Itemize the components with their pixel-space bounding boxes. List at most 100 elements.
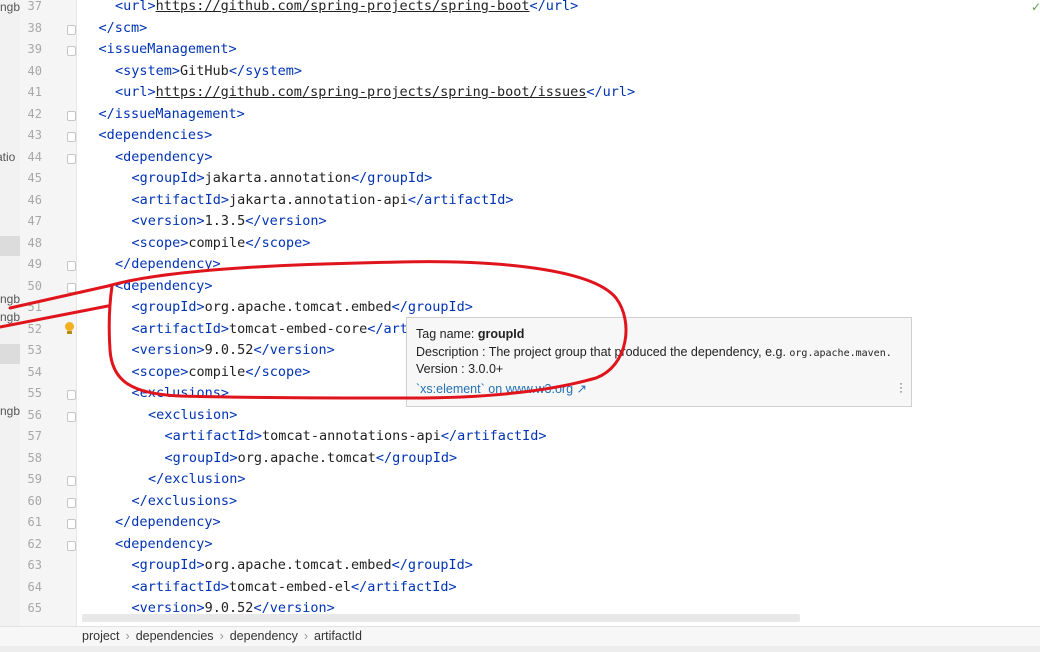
code-text: <issueManagement> [99,39,237,61]
fold-icon[interactable] [67,540,76,551]
code-line[interactable]: 39 <issueManagement> [28,39,1040,61]
line-number: 49 [27,257,42,271]
tooltip-version: Version : 3.0.0+ [416,362,504,376]
code-line[interactable]: 51 <groupId>org.apache.tomcat.embed</grou… [28,297,1040,319]
breadcrumb-item[interactable]: project [82,629,120,643]
lightbulb-icon[interactable] [64,321,74,335]
xml-tag: <scope> [131,234,189,251]
line-number: 53 [27,343,42,357]
code-line[interactable]: 37 <url>https://github.com/spring-project… [28,0,1040,18]
code-line[interactable]: 61 </dependency> [28,512,1040,534]
tooltip-description-example: org.apache.maven. [789,348,892,359]
tooltip-tag-label: Tag name: [416,327,478,341]
breadcrumb-item[interactable]: dependencies [136,629,214,643]
xml-tag: <artifactId> [131,578,230,595]
code-text: </exclusions> [132,491,238,513]
code-line[interactable]: 62 <dependency> [28,534,1040,556]
code-line[interactable]: 44 <dependency> [28,147,1040,169]
code-text: </exclusion> [148,469,246,491]
code-line[interactable]: 60 </exclusions> [28,491,1040,513]
line-number: 64 [27,579,42,594]
xml-value: compile [188,234,246,251]
code-editor[interactable]: 37 <url>https://github.com/spring-project… [28,0,1040,628]
tooltip-source-element[interactable]: `xs:element` [416,382,485,396]
sidebar-fragment: atio [0,150,16,164]
xml-value: 9.0.52 [204,342,254,358]
xml-tag: <system> [115,62,181,79]
tooltip-source-site[interactable]: www.w3.org [506,382,573,396]
line-number: 41 [27,85,42,99]
xml-tag: </groupId> [375,449,458,466]
code-line[interactable]: 41 <url>https://github.com/spring-project… [28,82,1040,104]
fold-icon[interactable] [67,519,76,529]
code-line[interactable]: 49 </dependency> [28,254,1040,276]
line-number: 37 [27,0,42,13]
code-line[interactable]: 64 <artifactId>tomcat-embed-el</artifactI… [28,577,1040,599]
code-line[interactable]: 38 </scm> [28,18,1040,40]
fold-icon[interactable] [67,110,76,121]
code-line[interactable]: 56 <exclusion> [28,405,1040,427]
fold-icon[interactable] [67,153,76,164]
xml-tag: </groupId> [391,299,473,315]
xml-tag: <version> [131,342,205,358]
line-number: 57 [27,429,42,443]
chevron-right-icon: › [219,629,224,643]
more-vertical-icon[interactable]: · · · [899,377,903,397]
xml-tag: <groupId> [164,449,238,466]
fold-icon[interactable] [67,261,76,271]
url-link[interactable]: https://github.com/spring-projects/sprin… [156,84,587,100]
code-line[interactable]: 59 </exclusion> [28,469,1040,491]
code-line[interactable]: 46 <artifactId>jakarta.annotation-api</ar… [28,190,1040,212]
fold-icon[interactable] [67,282,76,293]
xml-value: compile [188,363,246,380]
code-text: <dependency> [115,534,213,556]
code-line[interactable]: 58 <groupId>org.apache.tomcat</groupId> [28,448,1040,470]
fold-icon[interactable] [67,46,76,56]
xml-tag: </exclusion> [148,471,246,487]
tooltip-description: Description : The project group that pro… [416,345,892,359]
code-line[interactable]: 50 <dependency> [28,276,1040,298]
breadcrumb-item[interactable]: dependency [230,629,298,643]
code-text: <version>9.0.52</version> [132,340,335,362]
xml-tag: </version> [253,342,335,358]
fold-icon[interactable] [67,24,76,35]
horizontal-scrollbar[interactable] [82,614,800,622]
external-link-icon[interactable]: ↗ [573,382,587,396]
tooltip-source-link[interactable]: `xs:element` on www.w3.org ↗ [416,381,587,396]
fold-icon[interactable] [67,411,76,422]
breadcrumb: project › dependencies › dependency › artifact… [0,626,1040,647]
code-text: </scm> [99,18,148,40]
line-number: 46 [27,192,42,207]
fold-icon[interactable] [67,132,76,142]
check-icon[interactable]: ✓ [1031,0,1040,14]
url-link[interactable]: https://github.com/spring-projects/sprin… [156,0,530,14]
code-line[interactable]: 43 <dependencies> [28,125,1040,147]
code-line[interactable]: 42 </issueManagement> [28,104,1040,126]
xml-value: GitHub [180,62,229,79]
fold-icon[interactable] [67,497,76,508]
code-text: </dependency> [115,512,221,534]
xml-tag: <url> [115,0,156,14]
xml-value: 1.3.5 [204,213,246,229]
xml-tag: </issueManagement> [98,105,245,122]
xml-tag: <issueManagement> [98,41,237,57]
code-line[interactable]: 47 <version>1.3.5</version> [28,211,1040,233]
line-number: 61 [27,515,42,529]
fold-icon[interactable] [67,390,76,400]
chevron-right-icon: › [303,629,309,643]
code-line[interactable]: 40 <system>GitHub</system> [28,61,1040,83]
tooltip-description-text: Description : The project group that pro… [416,345,790,359]
xml-tag: <groupId> [131,557,205,573]
project-panel-edge: ngb atio ngb ngb ngb [0,0,20,628]
xml-tag: </url> [529,0,579,14]
line-number: 40 [27,63,42,78]
code-line[interactable]: 48 <scope>compile</scope> [28,233,1040,255]
code-line[interactable]: 63 <groupId>org.apache.tomcat.embed</grou… [28,555,1040,577]
xml-tag: </artifactId> [440,428,547,444]
fold-icon[interactable] [67,476,76,486]
breadcrumb-item[interactable]: artifactId [314,629,362,643]
code-line[interactable]: 45 <groupId>jakarta.annotation</groupId> [28,168,1040,190]
line-number: 51 [27,300,42,314]
code-line[interactable]: 57 <artifactId>tomcat-annotations-api</ar… [28,426,1040,448]
line-number: 54 [27,364,42,379]
